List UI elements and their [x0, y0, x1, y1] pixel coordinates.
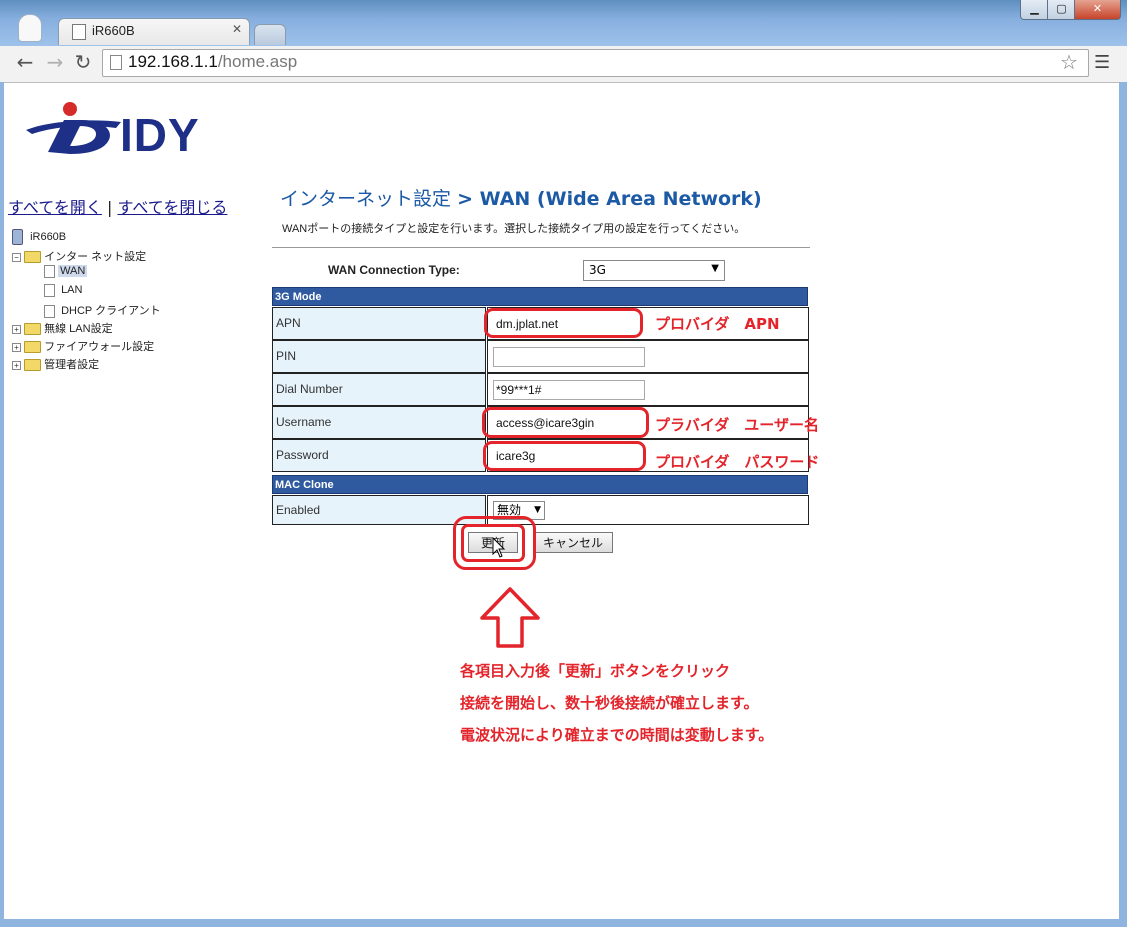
- tree-root[interactable]: iR660B: [12, 229, 66, 245]
- folder-icon: [24, 323, 42, 336]
- forward-arrow-icon[interactable]: →: [42, 50, 68, 74]
- collapse-all-link[interactable]: すべてを閉じる: [118, 198, 228, 217]
- tree-item-internet[interactable]: − インター ネット設定: [12, 248, 146, 264]
- page-icon: [44, 304, 55, 318]
- window-close-button[interactable]: ✕: [1074, 0, 1121, 20]
- username-label: Username: [272, 406, 486, 439]
- up-arrow-icon: [480, 587, 540, 648]
- page-title-prefix: インターネット設定: [280, 188, 452, 210]
- tree-item-label: 無線 LAN設定: [44, 323, 113, 335]
- chevron-down-icon: ▼: [534, 505, 541, 515]
- connection-type-label: WAN Connection Type:: [328, 263, 460, 277]
- dial-number-label: Dial Number: [272, 373, 486, 406]
- annotation-apn: プロバイダ APN: [655, 315, 780, 333]
- window-minimize-button[interactable]: ▁: [1020, 0, 1049, 20]
- collapse-icon[interactable]: −: [12, 252, 21, 262]
- folder-icon: [24, 359, 42, 372]
- username-highlight: [482, 407, 649, 438]
- logo-text: IDY: [120, 109, 200, 161]
- page-description: WANポートの接続タイプと設定を行います。選択した接続タイプ用の設定を行ってくだ…: [282, 223, 746, 235]
- update-button-highlight-inner: [461, 524, 525, 562]
- annotation-line-2: 接続を開始し、数十秒後接続が確立します。: [460, 694, 759, 712]
- tab-title: iR660B: [92, 23, 135, 38]
- browser-menu-icon[interactable]: ☰: [1094, 52, 1110, 73]
- tree-item-label: DHCP クライアント: [61, 305, 161, 317]
- tree-root-label: iR660B: [30, 230, 67, 243]
- apn-label: APN: [272, 307, 486, 340]
- page-title: インターネット設定 > WAN (Wide Area Network): [280, 184, 762, 211]
- link-separator: |: [107, 198, 113, 217]
- folder-icon: [24, 341, 42, 354]
- pin-cell: [487, 340, 809, 373]
- expand-collapse-links: すべてを開く | すべてを閉じる: [8, 194, 227, 218]
- dial-number-input[interactable]: *99***1#: [493, 380, 645, 400]
- chevron-down-icon: ▼: [711, 263, 719, 274]
- pin-input[interactable]: [493, 347, 645, 367]
- section-3g-mode: 3G Mode: [272, 287, 808, 306]
- page-icon: [44, 265, 55, 278]
- annotation-line-3: 電波状況により確立までの時間は変動します。: [460, 726, 774, 744]
- tree-item-label: インター ネット設定: [44, 251, 147, 263]
- browser-tab-active[interactable]: [58, 18, 250, 45]
- folder-open-icon: [24, 251, 42, 264]
- pin-label: PIN: [272, 340, 486, 373]
- tree-item-wan[interactable]: WAN: [44, 265, 88, 278]
- expand-all-link[interactable]: すべてを開く: [8, 198, 102, 217]
- window-maximize-button[interactable]: ▢: [1047, 0, 1076, 20]
- idy-logo: [26, 102, 121, 154]
- tree-item-label: ファイアウォール設定: [44, 341, 155, 353]
- profile-avatar-icon[interactable]: [18, 14, 42, 42]
- annotation-password: プロバイダ パスワード: [655, 453, 820, 471]
- connection-type-select[interactable]: 3G ▼: [583, 260, 725, 281]
- page-title-main: > WAN (Wide Area Network): [457, 188, 762, 210]
- dial-number-cell: *99***1#: [487, 373, 809, 406]
- expand-icon[interactable]: +: [12, 360, 21, 370]
- router-icon: [12, 229, 23, 245]
- tree-item-label: WAN: [58, 265, 88, 278]
- page-icon: [110, 55, 122, 70]
- mac-clone-value: 無効: [497, 503, 522, 517]
- enabled-label: Enabled: [272, 495, 486, 525]
- tree-item-dhcp[interactable]: DHCP クライアント: [44, 302, 161, 318]
- reload-icon[interactable]: ↻: [70, 50, 96, 74]
- tree-item-wireless[interactable]: + 無線 LAN設定: [12, 320, 113, 336]
- tab-close-icon[interactable]: ✕: [232, 22, 242, 36]
- enabled-cell: 無効 ▼: [487, 495, 809, 525]
- expand-icon[interactable]: +: [12, 342, 21, 352]
- connection-type-value: 3G: [589, 263, 606, 277]
- password-label: Password: [272, 439, 486, 472]
- annotation-line-1: 各項目入力後「更新」ボタンをクリック: [460, 662, 731, 680]
- address-url[interactable]: 192.168.1.1/home.asp: [128, 52, 297, 72]
- window-frame-bottom: [0, 919, 1127, 927]
- new-tab-button[interactable]: [254, 24, 286, 45]
- apn-highlight: [484, 308, 643, 338]
- password-highlight: [483, 441, 646, 471]
- tree-item-firewall[interactable]: + ファイアウォール設定: [12, 338, 154, 354]
- bookmark-star-icon[interactable]: ☆: [1060, 50, 1078, 74]
- divider: [272, 247, 810, 248]
- window-frame-left: [0, 82, 4, 927]
- page-favicon-icon: [72, 24, 86, 40]
- tree-item-admin[interactable]: + 管理者設定: [12, 356, 99, 372]
- window-frame-right: [1119, 82, 1127, 927]
- cancel-button[interactable]: キャンセル: [533, 532, 613, 553]
- back-arrow-icon[interactable]: ←: [12, 50, 38, 74]
- annotation-username: プラバイダ ユーザー名: [655, 416, 819, 434]
- tree-item-lan[interactable]: LAN: [44, 284, 82, 297]
- tree-item-label: LAN: [61, 284, 83, 297]
- expand-icon[interactable]: +: [12, 324, 21, 334]
- tree-item-label: 管理者設定: [44, 359, 100, 371]
- page-icon: [44, 284, 55, 297]
- section-mac-clone: MAC Clone: [272, 475, 808, 494]
